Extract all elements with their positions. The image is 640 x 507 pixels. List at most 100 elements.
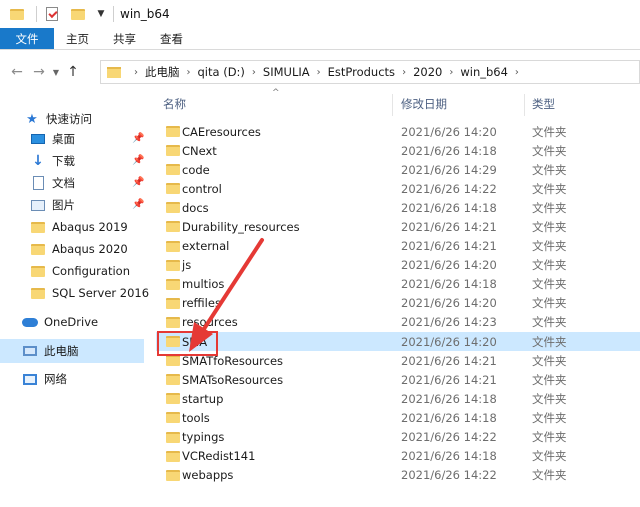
breadcrumb-simulia[interactable]: SIMULIA <box>263 65 310 79</box>
divider <box>36 6 37 22</box>
chevron-right-icon[interactable]: › <box>317 67 321 78</box>
nav-folder-abaqus-2020[interactable]: Abaqus 2020 <box>30 239 128 259</box>
picture-icon <box>30 198 46 212</box>
file-row[interactable]: SMA 2021/6/26 14:20 文件夹 <box>156 332 640 352</box>
file-row[interactable]: Durability_resources 2021/6/26 14:21 文件夹 <box>156 217 640 236</box>
file-row[interactable]: tools 2021/6/26 14:18 文件夹 <box>156 408 640 427</box>
file-row[interactable]: webapps 2021/6/26 14:22 文件夹 <box>156 466 640 485</box>
pin-icon[interactable]: 📌 <box>132 199 144 210</box>
tab-share[interactable]: 共享 <box>101 28 148 49</box>
file-row[interactable]: code 2021/6/26 14:29 文件夹 <box>156 160 640 179</box>
customize-toolbar-chevron-icon[interactable]: ▼ <box>95 9 107 19</box>
breadcrumb-drive[interactable]: qita (D:) <box>198 65 245 79</box>
file-row[interactable]: external 2021/6/26 14:21 文件夹 <box>156 237 640 256</box>
breadcrumb-estproducts[interactable]: EstProducts <box>328 65 395 79</box>
back-arrow-icon[interactable]: ← <box>6 61 28 83</box>
nav-downloads[interactable]: ↓ 下载 <box>30 151 75 171</box>
title-bar: ▼ win_b64 <box>0 0 640 28</box>
nav-folder-sql-server[interactable]: SQL Server 2016 <box>30 283 149 303</box>
pin-icon[interactable]: 📌 <box>132 133 144 144</box>
file-name: SMATfoResources <box>182 353 284 368</box>
file-row[interactable]: SMATsoResources 2021/6/26 14:21 文件夹 <box>156 370 640 389</box>
file-modified-date: 2021/6/26 14:20 <box>401 296 497 311</box>
file-row[interactable]: SMATfoResources 2021/6/26 14:21 文件夹 <box>156 351 640 370</box>
file-type: 文件夹 <box>532 181 567 196</box>
folder-icon <box>166 412 180 424</box>
star-icon: ★ <box>26 111 38 127</box>
file-row[interactable]: resources 2021/6/26 14:23 文件夹 <box>156 313 640 332</box>
file-type: 文件夹 <box>532 239 567 254</box>
new-folder-icon[interactable] <box>69 5 87 23</box>
file-modified-date: 2021/6/26 14:29 <box>401 162 497 177</box>
forward-arrow-icon[interactable]: → <box>28 61 50 83</box>
column-divider[interactable] <box>392 94 393 116</box>
file-modified-date: 2021/6/26 14:18 <box>401 200 497 215</box>
file-type: 文件夹 <box>532 430 567 445</box>
nav-onedrive[interactable]: OneDrive <box>22 312 98 332</box>
folder-icon <box>166 316 180 328</box>
tab-home[interactable]: 主页 <box>54 28 101 49</box>
column-divider[interactable] <box>524 94 525 116</box>
file-row[interactable]: CAEresources 2021/6/26 14:20 文件夹 <box>156 122 640 141</box>
folder-icon <box>30 264 46 278</box>
file-row[interactable]: docs 2021/6/26 14:18 文件夹 <box>156 198 640 217</box>
file-modified-date: 2021/6/26 14:21 <box>401 239 497 254</box>
chevron-right-icon[interactable]: › <box>134 67 138 78</box>
nav-label: 网络 <box>44 372 67 386</box>
file-type: 文件夹 <box>532 353 567 368</box>
file-modified-date: 2021/6/26 14:22 <box>401 430 497 445</box>
nav-folder-configuration[interactable]: Configuration <box>30 261 130 281</box>
file-modified-date: 2021/6/26 14:18 <box>401 143 497 158</box>
file-name: js <box>182 258 192 273</box>
up-arrow-icon[interactable]: ↑ <box>62 61 84 83</box>
nav-desktop[interactable]: 桌面 <box>30 129 75 149</box>
file-row[interactable]: VCRedist141 2021/6/26 14:18 文件夹 <box>156 447 640 466</box>
column-header-date[interactable]: 修改日期 <box>401 94 447 114</box>
file-name: SMATsoResources <box>182 372 284 387</box>
file-name: reffiles <box>182 296 221 311</box>
tab-view[interactable]: 查看 <box>148 28 195 49</box>
chevron-right-icon[interactable]: › <box>515 67 519 78</box>
breadcrumb-this-pc[interactable]: 此电脑 <box>145 64 180 80</box>
pin-icon[interactable]: 📌 <box>132 155 144 166</box>
folder-icon <box>30 286 46 300</box>
navigation-pane: ★ 快速访问 桌面 📌 ↓ 下载 📌 文档 📌 图片 📌 Abaqus 2019… <box>0 100 152 507</box>
file-list: CAEresources 2021/6/26 14:20 文件夹 CNext 2021/… <box>156 122 640 485</box>
nav-network[interactable]: 网络 <box>22 369 67 389</box>
file-row[interactable]: CNext 2021/6/26 14:18 文件夹 <box>156 141 640 160</box>
file-row[interactable]: js 2021/6/26 14:20 文件夹 <box>156 256 640 275</box>
nav-folder-abaqus-2019[interactable]: Abaqus 2019 <box>30 217 128 237</box>
column-header-name[interactable]: 名称 <box>163 94 186 114</box>
nav-quick-access[interactable]: ★ 快速访问 <box>24 109 92 129</box>
file-row[interactable]: typings 2021/6/26 14:22 文件夹 <box>156 428 640 447</box>
file-row[interactable]: startup 2021/6/26 14:18 文件夹 <box>156 389 640 408</box>
file-type: 文件夹 <box>532 200 567 215</box>
pin-icon[interactable]: 📌 <box>132 177 144 188</box>
file-type: 文件夹 <box>532 124 567 139</box>
file-row[interactable]: multios 2021/6/26 14:18 文件夹 <box>156 275 640 294</box>
breadcrumb-2020[interactable]: 2020 <box>413 65 442 79</box>
download-arrow-icon: ↓ <box>32 153 44 169</box>
file-modified-date: 2021/6/26 14:18 <box>401 277 497 292</box>
file-type: 文件夹 <box>532 334 567 349</box>
chevron-right-icon[interactable]: › <box>449 67 453 78</box>
file-name: multios <box>182 277 225 292</box>
recent-locations-chevron-icon[interactable]: ▼ <box>50 68 62 77</box>
chevron-right-icon[interactable]: › <box>187 67 191 78</box>
address-bar[interactable]: › 此电脑 › qita (D:) › SIMULIA › EstProduct… <box>100 60 640 84</box>
file-name: code <box>182 162 210 177</box>
nav-this-pc[interactable]: 此电脑 <box>22 341 79 361</box>
file-row[interactable]: control 2021/6/26 14:22 文件夹 <box>156 179 640 198</box>
file-type: 文件夹 <box>532 449 567 464</box>
properties-icon[interactable] <box>43 5 61 23</box>
nav-pictures[interactable]: 图片 <box>30 195 75 215</box>
file-modified-date: 2021/6/26 14:22 <box>401 468 497 483</box>
tab-file[interactable]: 文件 <box>0 28 54 49</box>
nav-documents[interactable]: 文档 <box>30 173 75 193</box>
file-row[interactable]: reffiles 2021/6/26 14:20 文件夹 <box>156 294 640 313</box>
chevron-right-icon[interactable]: › <box>402 67 406 78</box>
nav-label: 此电脑 <box>44 344 79 358</box>
chevron-right-icon[interactable]: › <box>252 67 256 78</box>
column-header-type[interactable]: 类型 <box>532 94 555 114</box>
breadcrumb-win-b64[interactable]: win_b64 <box>460 65 508 79</box>
